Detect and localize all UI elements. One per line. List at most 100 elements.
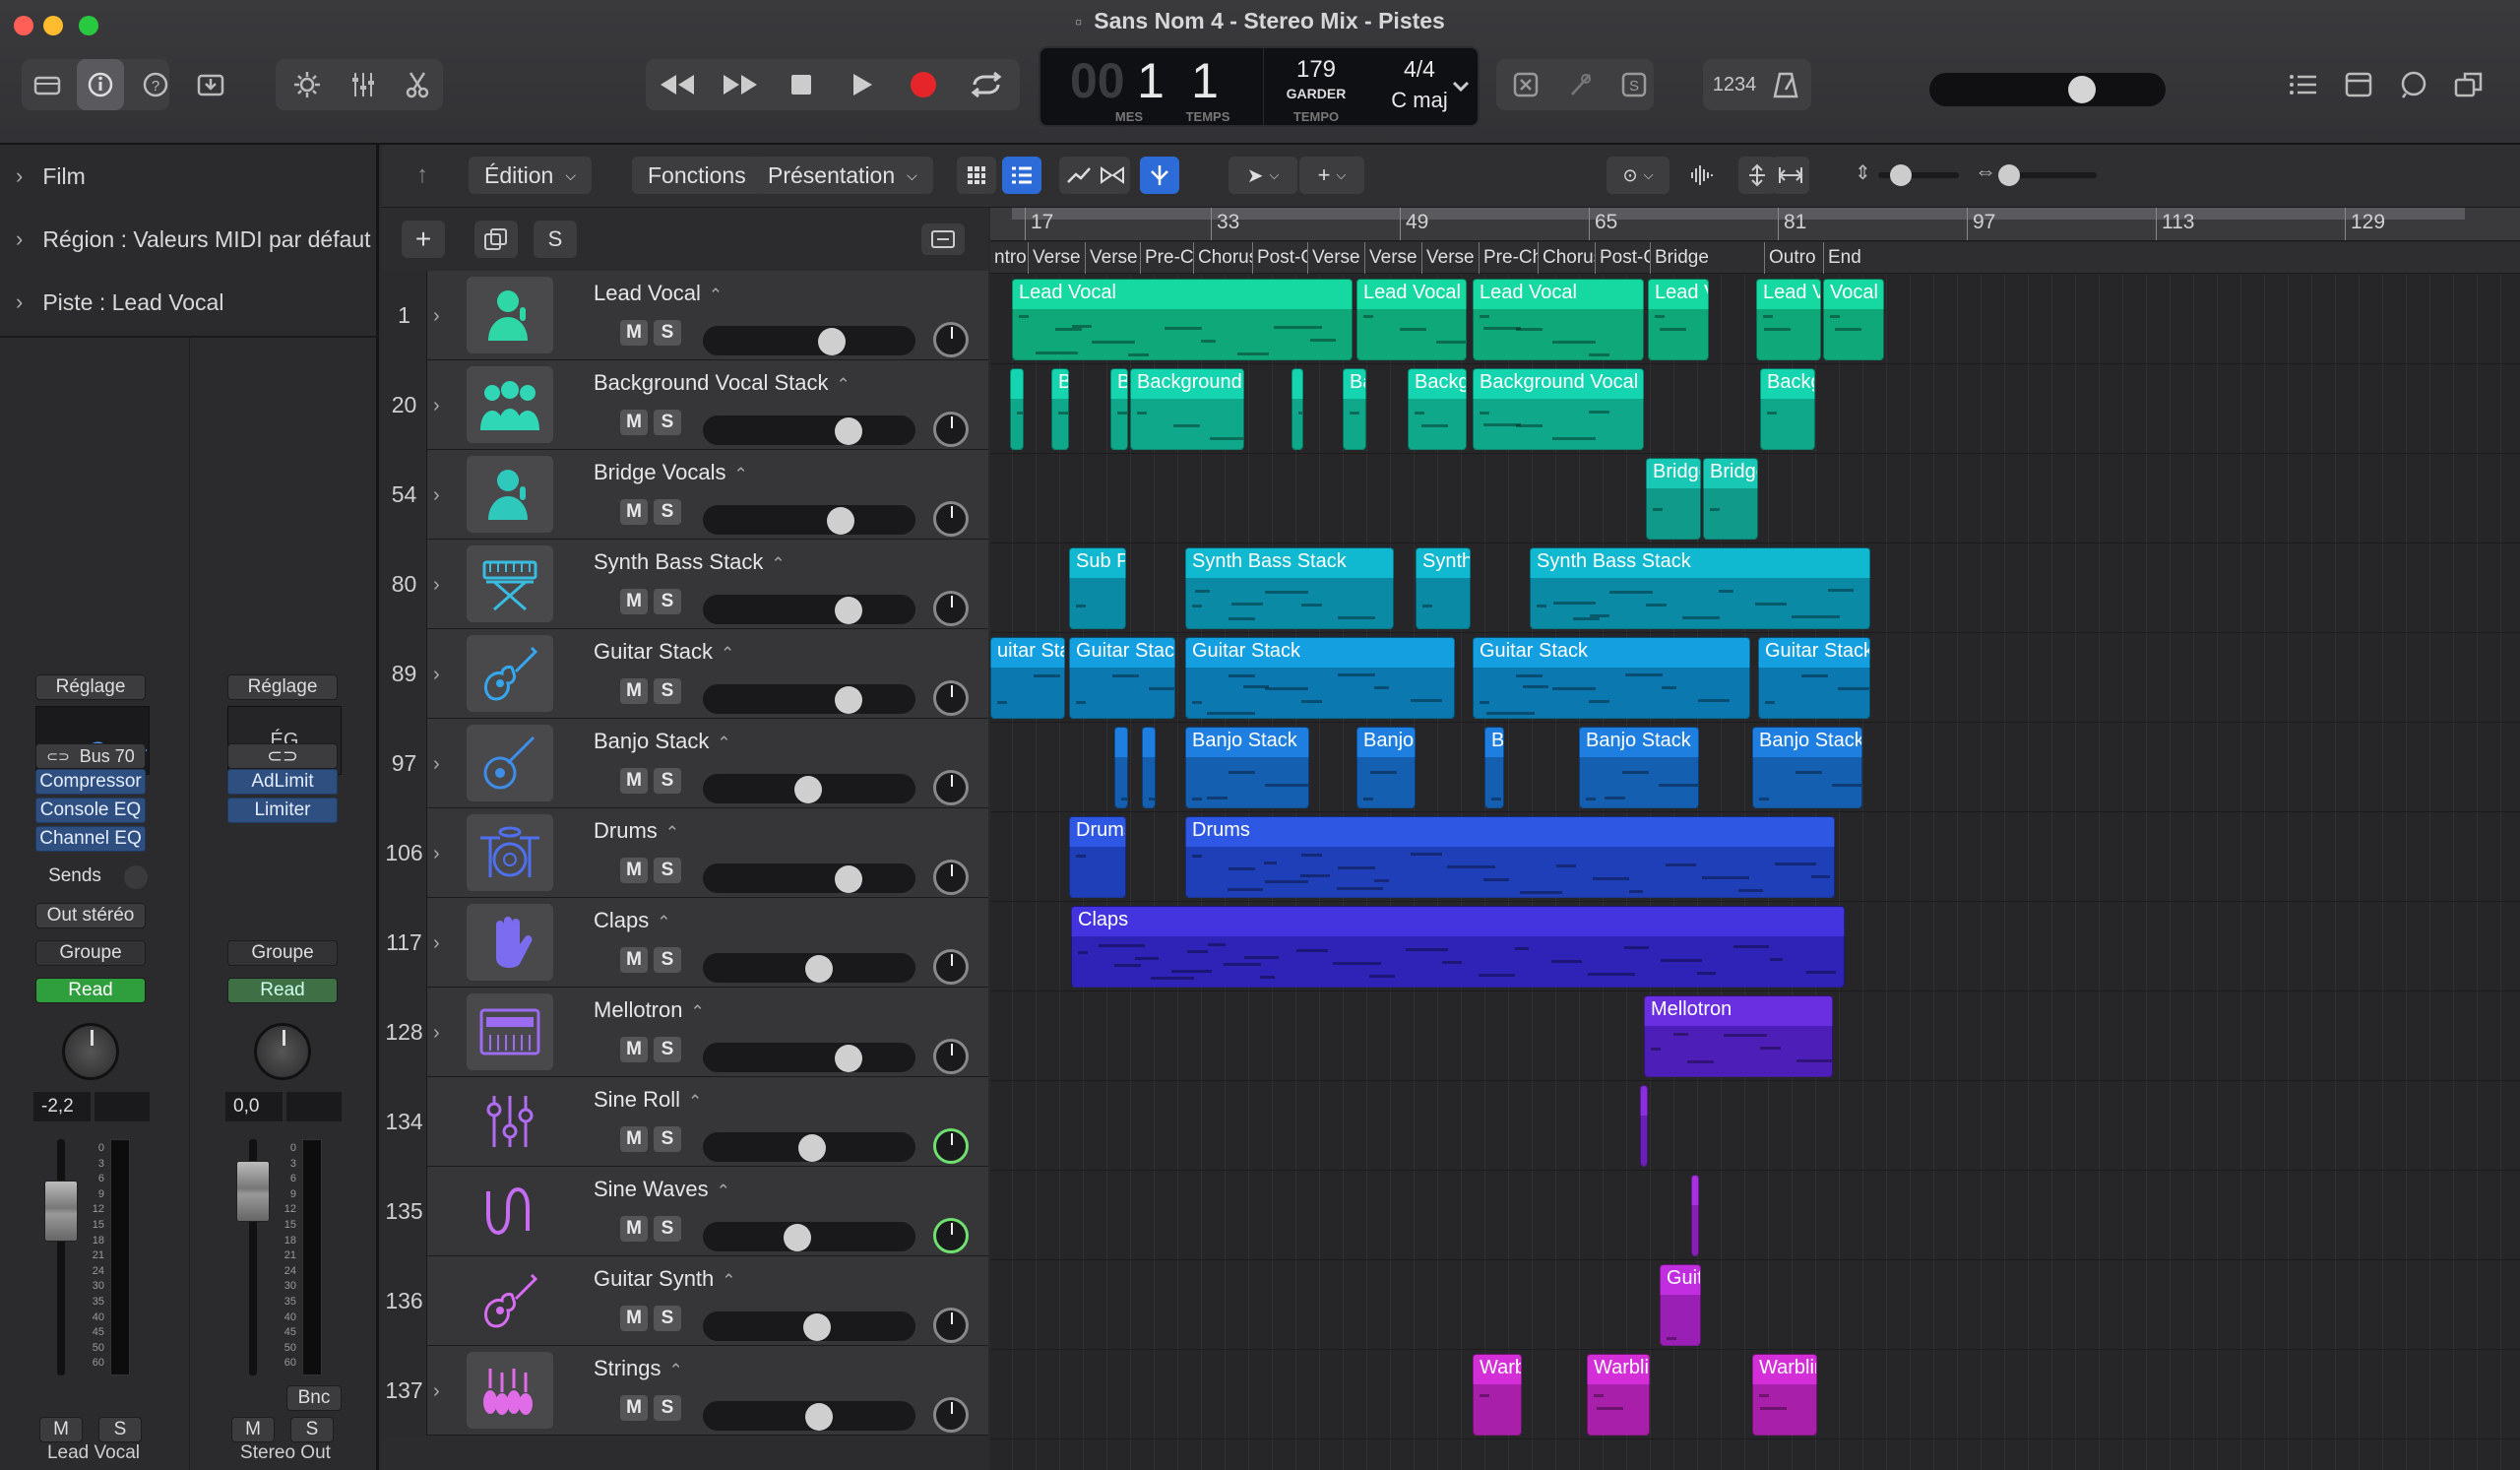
keyboard-icon[interactable] (467, 993, 553, 1070)
automation-icon[interactable] (1061, 157, 1097, 194)
up-down-icon[interactable]: ⌃ (722, 1271, 735, 1290)
disclosure-icon[interactable]: › (433, 753, 440, 776)
region[interactable]: Banjo Sta (1356, 727, 1416, 808)
mute-button[interactable]: M (231, 1417, 275, 1442)
command-tool-menu[interactable]: + ⌵ (1299, 157, 1364, 194)
solo-mode-icon[interactable]: S (1610, 59, 1658, 110)
play-icon[interactable] (837, 59, 888, 110)
track-header[interactable]: 1 › Lead Vocal ⌃ M S (382, 271, 988, 360)
inspector-region-row[interactable]: › Région : Valeurs MIDI par défaut (0, 212, 379, 267)
track-name[interactable]: Claps ⌃ (594, 908, 671, 933)
output-button[interactable]: Out stéréo (35, 903, 146, 928)
track-lane[interactable]: Claps (990, 902, 2520, 991)
rewind-icon[interactable] (650, 59, 705, 110)
disclosure-icon[interactable]: › (433, 1022, 440, 1045)
setting-button[interactable]: Réglage (35, 674, 146, 700)
banjo-icon[interactable] (467, 725, 553, 801)
fast-forward-icon[interactable] (713, 59, 768, 110)
region[interactable]: Warble (1473, 1354, 1522, 1436)
sliders-icon[interactable] (467, 1083, 553, 1160)
list-editors-icon[interactable] (2280, 59, 2327, 110)
disclosure-icon[interactable]: › (433, 664, 440, 686)
marker[interactable]: Pre-Chor (1140, 242, 1193, 274)
mute-button[interactable]: M (39, 1417, 83, 1442)
up-down-icon[interactable]: ⌃ (717, 734, 730, 752)
region[interactable]: Ba (1343, 368, 1366, 450)
choir-icon[interactable] (467, 366, 553, 443)
region[interactable]: Guitar (1660, 1264, 1701, 1346)
region[interactable]: Warbling S (1752, 1354, 1817, 1436)
volume-value[interactable]: -2,2 (33, 1092, 91, 1121)
disclosure-icon[interactable]: › (16, 289, 23, 315)
download-icon[interactable] (187, 59, 234, 110)
volume-slider[interactable] (703, 1401, 915, 1431)
region[interactable]: Guitar Stack (1473, 637, 1750, 719)
menu-presentation[interactable]: Présentation ⌵ (752, 157, 933, 194)
pan-knob[interactable] (933, 1218, 969, 1253)
marker[interactable]: ntro (990, 242, 1028, 274)
mute-button[interactable]: M (620, 499, 648, 525)
solo-button[interactable]: S (654, 1395, 681, 1421)
track-lane[interactable]: Warble Warbling S Warbling S (990, 1350, 2520, 1439)
pan-knob[interactable] (933, 1128, 969, 1164)
track-header[interactable]: 106 › Drums ⌃ M S (382, 808, 988, 898)
volume-slider[interactable] (703, 953, 915, 983)
bar-ruler[interactable]: 17 33 49 65 81 97 113 129 (990, 208, 2520, 241)
solo-button[interactable]: S (98, 1417, 142, 1442)
vertical-zoom-slider[interactable] (1878, 164, 1959, 186)
pan-knob[interactable] (933, 860, 969, 895)
marker[interactable]: Chorus 1 (1193, 242, 1252, 274)
track-name[interactable]: Banjo Stack ⌃ (594, 729, 731, 754)
pan-knob[interactable] (933, 591, 969, 626)
track-header[interactable]: 20 › Background Vocal Stack ⌃ M S (382, 360, 988, 450)
plugin-slot-2[interactable]: Console EQ (35, 798, 146, 823)
track-name[interactable]: Guitar Synth ⌃ (594, 1266, 736, 1292)
mute-button[interactable]: M (620, 1306, 648, 1331)
plugin-slot-1[interactable]: AdLimit (227, 769, 338, 795)
track-header[interactable]: 80 › Synth Bass Stack ⌃ M S (382, 540, 988, 629)
volume-slider-knob[interactable] (834, 686, 862, 714)
singer-icon[interactable] (467, 456, 553, 533)
guitar-icon[interactable] (467, 1262, 553, 1339)
track-lane[interactable]: Drums Drums (990, 812, 2520, 902)
slider-knob[interactable] (1998, 164, 2020, 186)
solo-button[interactable]: S (654, 1037, 681, 1062)
track-lane[interactable]: Mellotron (990, 991, 2520, 1081)
solo-button[interactable]: S (654, 1216, 681, 1242)
solo-button[interactable]: S (654, 320, 681, 346)
region[interactable]: Bridge V (1646, 458, 1701, 540)
marker[interactable]: Chorus 2 (1538, 242, 1595, 274)
track-name[interactable]: Drums ⌃ (594, 818, 679, 844)
pan-knob[interactable] (933, 412, 969, 447)
solo-button[interactable]: S (654, 947, 681, 973)
volume-slider[interactable] (703, 863, 915, 893)
lcd-dropdown-icon[interactable] (1445, 59, 1477, 114)
browsers-icon[interactable] (2445, 59, 2492, 110)
help-icon[interactable]: ? (132, 59, 179, 110)
region[interactable]: Guitar Stack (1185, 637, 1455, 719)
waveform-zoom-icon[interactable] (1683, 157, 1721, 194)
volume-slider[interactable] (703, 1311, 915, 1341)
replace-icon[interactable] (1502, 59, 1549, 110)
volume-slider-knob[interactable] (834, 1045, 862, 1072)
slider-knob[interactable] (1890, 164, 1912, 186)
volume-slider[interactable] (703, 415, 915, 445)
volume-slider[interactable] (703, 326, 915, 355)
volume-value[interactable]: 0,0 (225, 1092, 283, 1121)
up-down-icon[interactable]: ⌃ (690, 1002, 704, 1021)
region[interactable]: Guitar Stack (1069, 637, 1175, 719)
mute-button[interactable]: M (620, 678, 648, 704)
marker[interactable]: Verse 1 A (1028, 242, 1085, 274)
track-name[interactable]: Mellotron ⌃ (594, 997, 705, 1023)
pan-knob[interactable] (62, 1023, 119, 1080)
volume-slider[interactable] (703, 1132, 915, 1162)
list-view-icon[interactable] (1002, 157, 1041, 194)
volume-slider[interactable] (703, 1043, 915, 1072)
metronome-icon[interactable] (1764, 59, 1807, 110)
disclosure-icon[interactable]: › (433, 305, 440, 328)
region[interactable] (1114, 727, 1128, 808)
mute-button[interactable]: M (620, 589, 648, 614)
master-volume-slider[interactable] (1929, 73, 2166, 106)
region[interactable]: B (1051, 368, 1069, 450)
group-button[interactable]: Groupe (227, 940, 338, 966)
